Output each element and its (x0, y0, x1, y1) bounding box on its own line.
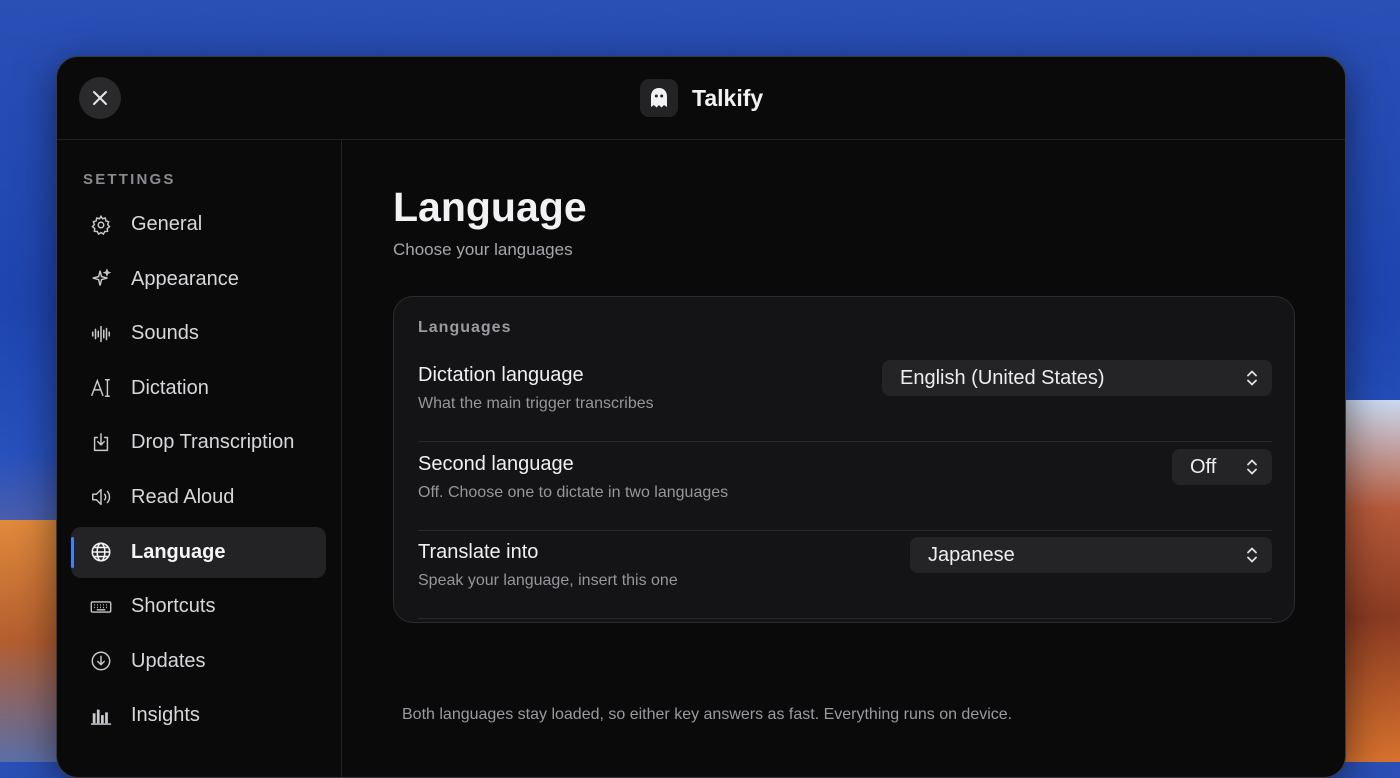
select-value: Japanese (928, 543, 1015, 566)
sidebar-item-label: Insights (131, 704, 200, 727)
sidebar: SETTINGS General Appearance Sounds Dicta… (57, 140, 342, 777)
sidebar-item-language[interactable]: Language (71, 526, 326, 578)
sidebar-item-label: Language (131, 540, 226, 563)
row-description: Speak your language, insert this one (418, 572, 678, 589)
close-button[interactable] (79, 77, 121, 119)
close-icon (93, 91, 107, 105)
settings-window: Talkify SETTINGS General Appearance Soun… (56, 56, 1346, 778)
sidebar-item-label: Drop Transcription (131, 431, 295, 454)
row-description: Off. Choose one to dictate in two langua… (418, 484, 729, 501)
sidebar-item-shortcuts[interactable]: Shortcuts (71, 581, 326, 632)
dictation-language-row: Dictation language What the main trigger… (418, 353, 1272, 442)
app-title: Talkify (640, 79, 763, 117)
page-subtitle: Choose your languages (393, 240, 573, 259)
sidebar-item-label: Read Aloud (131, 485, 235, 508)
tray-download-icon (90, 432, 112, 454)
globe-icon (90, 541, 112, 563)
gear-icon (90, 214, 112, 236)
select-value: English (United States) (900, 366, 1105, 389)
text-cursor-icon (90, 377, 112, 399)
sidebar-item-label: Dictation (131, 376, 209, 399)
row-title: Second language (418, 453, 574, 475)
footer-note: Both languages stay loaded, so either ke… (402, 706, 1013, 723)
wallpaper-right (1344, 400, 1400, 762)
chevron-updown-icon (1247, 547, 1257, 563)
sidebar-item-drop-transcription[interactable]: Drop Transcription (71, 417, 326, 468)
sidebar-item-sounds[interactable]: Sounds (71, 308, 326, 359)
sidebar-item-appearance[interactable]: Appearance (71, 254, 326, 305)
keyboard-icon (90, 596, 112, 618)
row-description: What the main trigger transcribes (418, 395, 654, 412)
sparkle-icon (90, 268, 112, 290)
translate-into-row: Translate into Speak your language, inse… (418, 530, 1272, 619)
sidebar-item-label: Appearance (131, 267, 239, 290)
sidebar-item-insights[interactable]: Insights (71, 690, 326, 741)
chevron-updown-icon (1247, 370, 1257, 386)
languages-card: Languages Dictation language What the ma… (393, 296, 1295, 623)
sidebar-heading: SETTINGS (83, 171, 176, 188)
ghost-icon (640, 79, 678, 117)
waveform-icon (90, 323, 112, 345)
translate-into-select[interactable]: Japanese (910, 537, 1272, 573)
select-value: Off (1190, 455, 1217, 478)
wallpaper-left (0, 520, 56, 762)
sidebar-nav: General Appearance Sounds Dictation Drop… (71, 199, 326, 745)
sidebar-item-read-aloud[interactable]: Read Aloud (71, 472, 326, 523)
row-title: Translate into (418, 541, 539, 563)
page-title: Language (393, 184, 587, 230)
sidebar-item-updates[interactable]: Updates (71, 636, 326, 687)
sidebar-item-label: Updates (131, 649, 206, 672)
sidebar-item-label: Sounds (131, 322, 199, 345)
chevron-updown-icon (1247, 459, 1257, 475)
download-circle-icon (90, 650, 112, 672)
app-name: Talkify (692, 84, 764, 111)
dictation-language-select[interactable]: English (United States) (882, 360, 1272, 396)
main-content: Language Choose your languages Languages… (342, 140, 1345, 777)
second-language-select[interactable]: Off (1172, 449, 1272, 485)
sidebar-item-label: Shortcuts (131, 595, 216, 618)
sidebar-item-label: General (131, 213, 203, 235)
card-heading: Languages (418, 319, 512, 336)
title-bar: Talkify (57, 57, 1345, 140)
sidebar-item-dictation[interactable]: Dictation (71, 363, 326, 414)
bar-chart-icon (90, 705, 112, 727)
row-title: Dictation language (418, 364, 584, 386)
speaker-icon (90, 486, 112, 508)
sidebar-item-general[interactable]: General (71, 199, 326, 250)
second-language-row: Second language Off. Choose one to dicta… (418, 442, 1272, 531)
